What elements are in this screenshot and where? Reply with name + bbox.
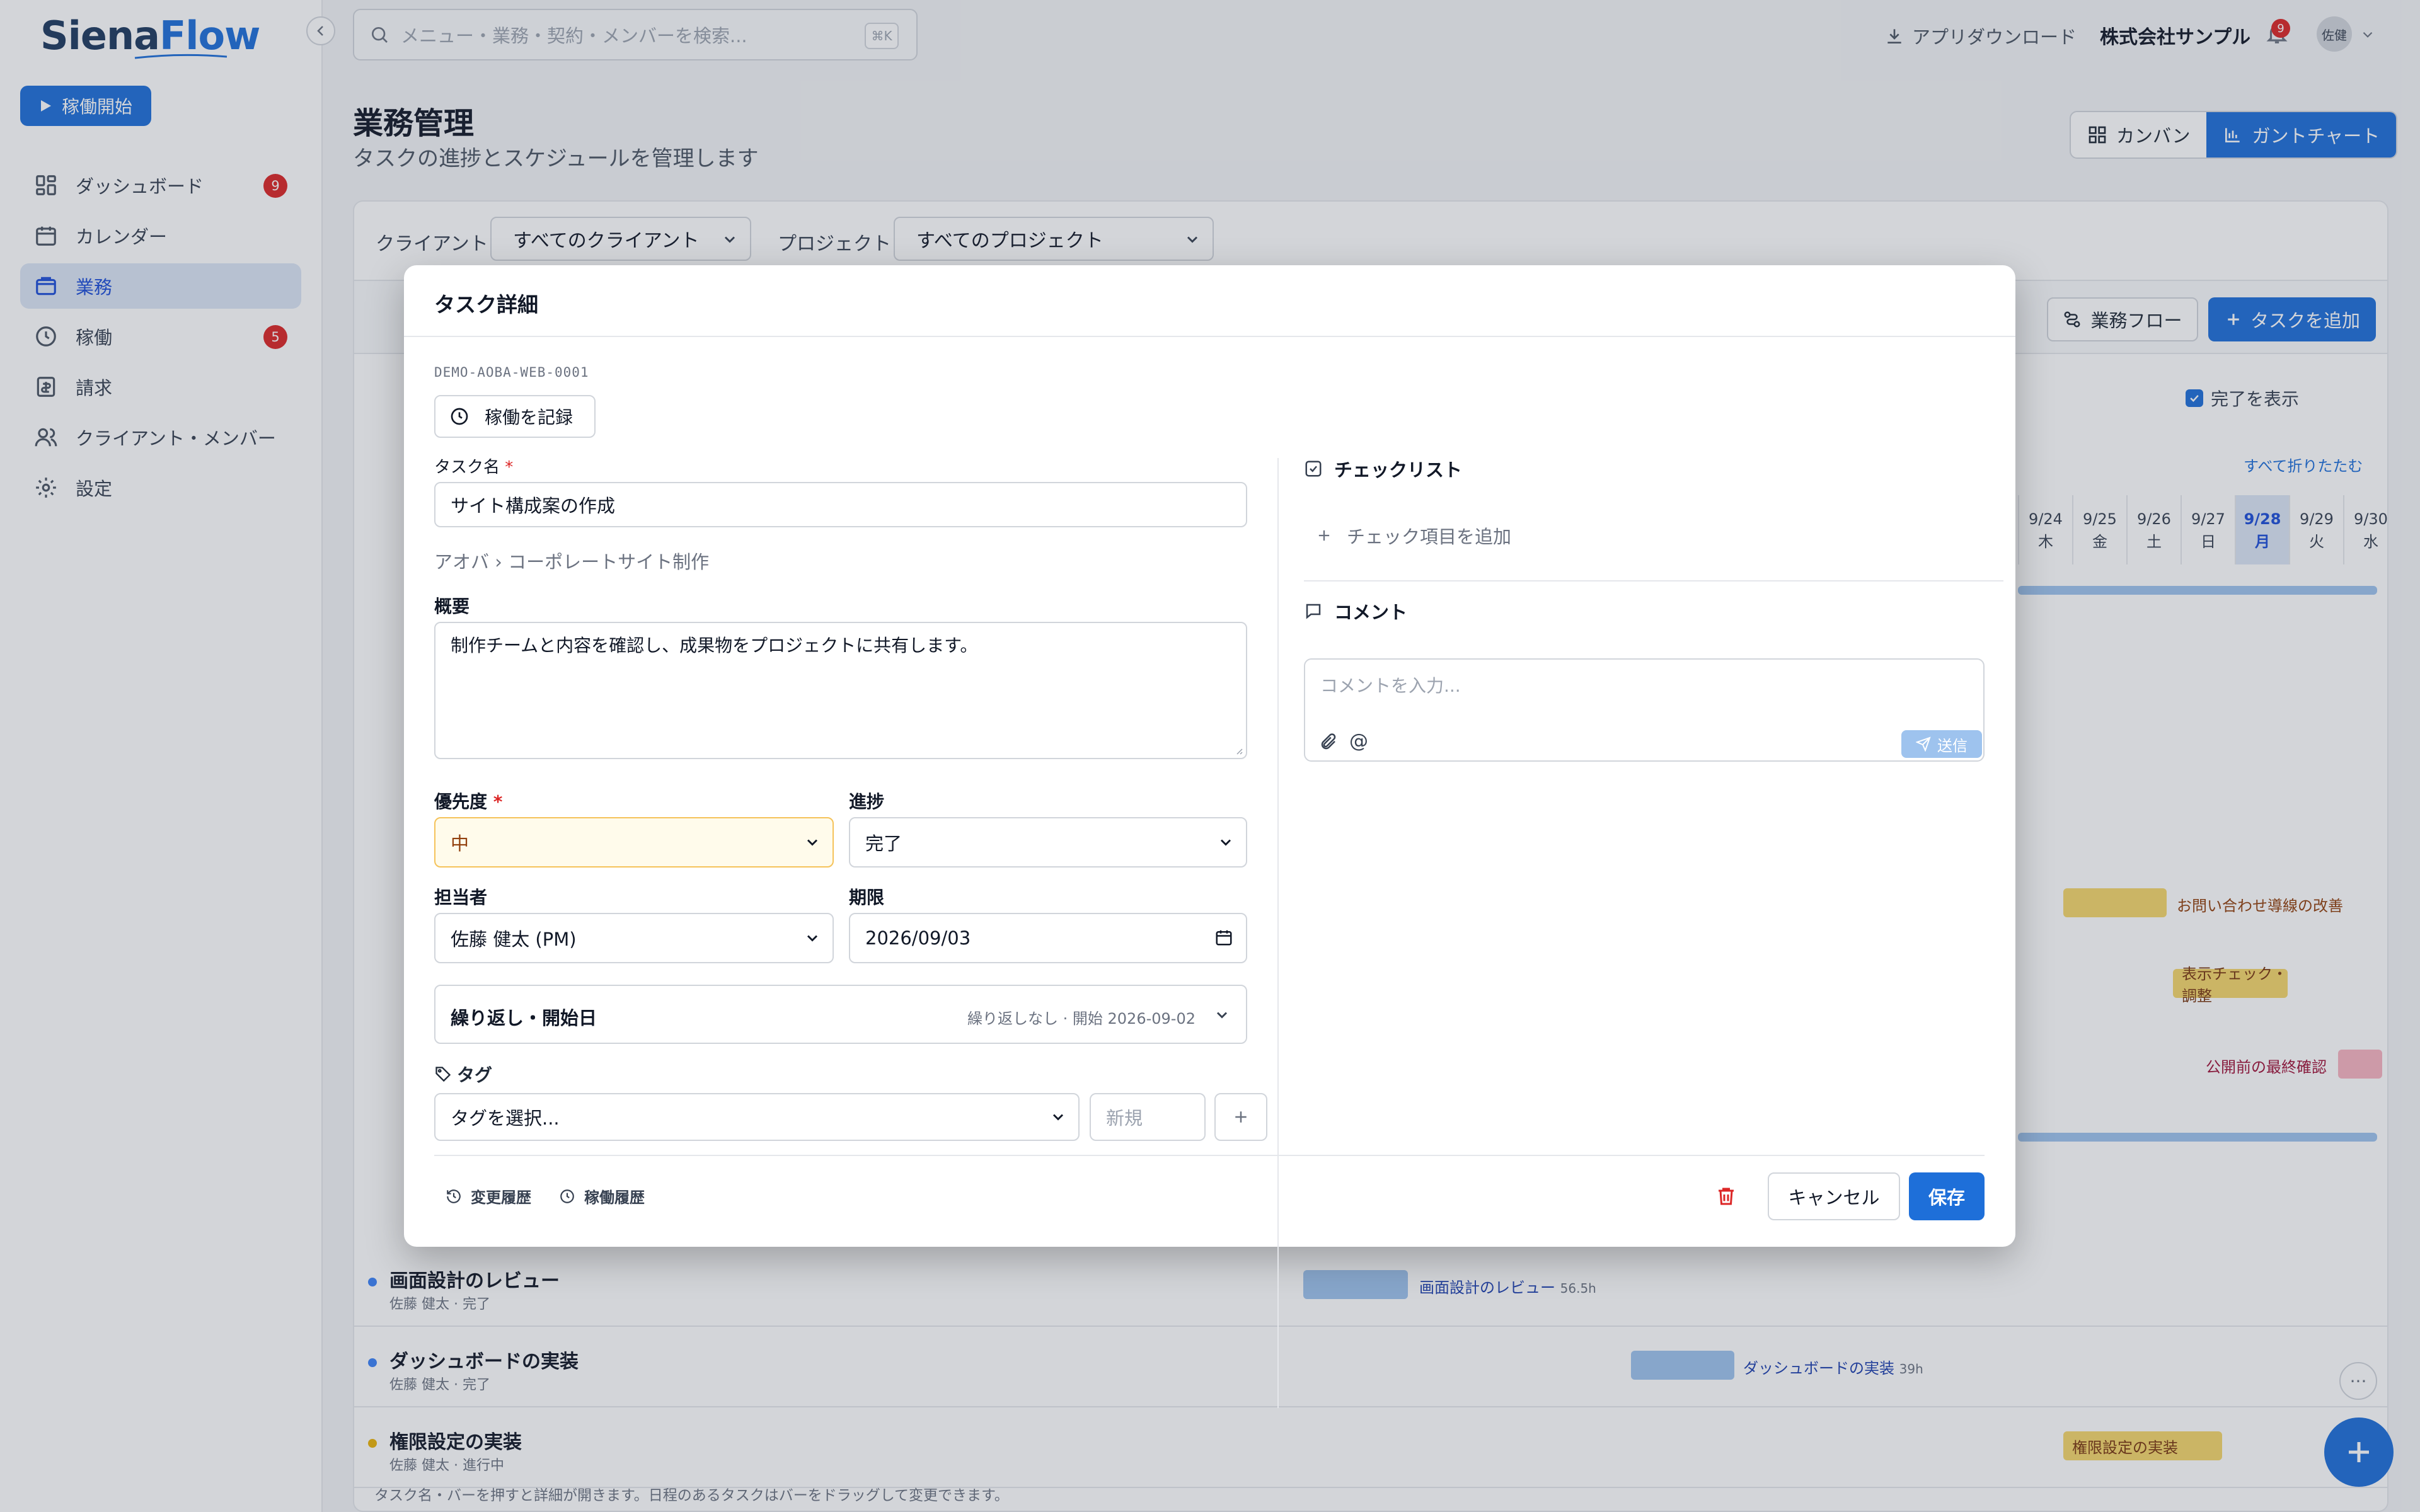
due-label: 期限	[849, 887, 885, 908]
task-name-value: サイト構成案の作成	[451, 495, 616, 517]
tag-icon	[434, 1065, 452, 1083]
work-history-label: 稼働履歴	[584, 1189, 645, 1206]
priority-select[interactable]: 中	[434, 817, 834, 868]
history-icon	[446, 1188, 462, 1205]
mention-icon[interactable]: @	[1349, 730, 1368, 752]
tags-label: タグ	[434, 1062, 492, 1087]
add-check-item-label: チェック項目を追加	[1347, 526, 1512, 547]
repeat-start-accordion[interactable]: 繰り返し・開始日 繰り返しなし · 開始 2026-09-02	[434, 985, 1247, 1044]
calendar-icon[interactable]	[1214, 928, 1233, 947]
priority-label: 優先度 *	[434, 791, 503, 812]
work-history-button[interactable]: 稼働履歴	[559, 1185, 645, 1207]
chevron-down-icon	[1049, 1108, 1067, 1126]
comment-icon	[1304, 602, 1323, 621]
summary-value: 制作チームと内容を確認し、成果物をプロジェクトに共有します。	[451, 635, 978, 656]
send-icon	[1916, 736, 1931, 752]
comment-placeholder: コメントを入力...	[1320, 675, 1461, 696]
chevron-down-icon	[1213, 1006, 1231, 1024]
plus-icon	[1231, 1108, 1250, 1126]
repeat-summary: 繰り返しなし · 開始 2026-09-02	[967, 1010, 1196, 1028]
clock-icon	[559, 1188, 575, 1205]
send-comment-button[interactable]: 送信	[1901, 730, 1982, 758]
save-button[interactable]: 保存	[1909, 1172, 1985, 1220]
comment-label: コメント	[1334, 602, 1408, 623]
progress-label: 進捗	[849, 791, 885, 812]
record-work-button[interactable]: 稼働を記録	[434, 395, 596, 438]
chevron-down-icon	[1217, 833, 1235, 851]
change-history-button[interactable]: 変更履歴	[446, 1185, 531, 1207]
tags-select[interactable]: タグを選択...	[434, 1093, 1080, 1141]
divider	[404, 336, 2015, 337]
paperclip-icon[interactable]	[1319, 733, 1338, 752]
send-label: 送信	[1937, 736, 1968, 755]
column-divider	[1277, 458, 1279, 1408]
clock-icon	[449, 406, 470, 427]
chevron-down-icon	[804, 833, 821, 851]
task-name-label: タスク名 *	[434, 458, 514, 477]
divider	[1304, 580, 2003, 581]
task-name-input[interactable]: サイト構成案の作成	[434, 482, 1247, 527]
due-value: 2026/09/03	[865, 927, 971, 949]
breadcrumb: アオバ › コーポレートサイト制作	[434, 551, 710, 573]
record-work-label: 稼働を記録	[485, 407, 573, 428]
breadcrumb-project[interactable]: コーポレートサイト制作	[508, 551, 709, 573]
cancel-button[interactable]: キャンセル	[1768, 1172, 1900, 1220]
new-tag-input[interactable]: 新規	[1090, 1093, 1206, 1141]
due-date-input[interactable]: 2026/09/03	[849, 913, 1247, 963]
comment-input[interactable]: コメントを入力... @ 送信	[1304, 658, 1985, 762]
task-id: DEMO-AOBA-WEB-0001	[434, 365, 589, 380]
change-history-label: 変更履歴	[471, 1189, 531, 1206]
checklist-label: チェックリスト	[1334, 459, 1463, 481]
summary-label: 概要	[434, 596, 470, 617]
checklist-header: チェックリスト	[1304, 455, 1462, 482]
assignee-select[interactable]: 佐藤 健太 (PM)	[434, 913, 834, 963]
add-check-item-button[interactable]: チェック項目を追加	[1315, 522, 1511, 549]
repeat-label: 繰り返し・開始日	[451, 1007, 597, 1029]
priority-value: 中	[451, 833, 470, 854]
progress-select[interactable]: 完了	[849, 817, 1247, 868]
resize-handle-icon[interactable]	[1233, 745, 1243, 755]
task-detail-modal: タスク詳細 DEMO-AOBA-WEB-0001 稼働を記録 タスク名 * サイ…	[404, 265, 2015, 1408]
modal-title: タスク詳細	[434, 292, 538, 317]
assignee-value: 佐藤 健太 (PM)	[451, 929, 577, 950]
trash-icon[interactable]	[1715, 1185, 1737, 1208]
summary-textarea[interactable]: 制作チームと内容を確認し、成果物をプロジェクトに共有します。	[434, 622, 1247, 759]
tags-placeholder: タグを選択...	[451, 1108, 560, 1129]
comment-header: コメント	[1304, 598, 1407, 624]
chevron-down-icon	[804, 929, 821, 947]
progress-value: 完了	[865, 833, 902, 854]
divider	[434, 1155, 1985, 1156]
checkbox-icon	[1304, 459, 1323, 478]
plus-icon	[1315, 527, 1333, 544]
new-tag-placeholder: 新規	[1106, 1108, 1143, 1129]
breadcrumb-client[interactable]: アオバ	[434, 551, 489, 573]
add-tag-button[interactable]	[1214, 1093, 1267, 1141]
assignee-label: 担当者	[434, 887, 488, 908]
